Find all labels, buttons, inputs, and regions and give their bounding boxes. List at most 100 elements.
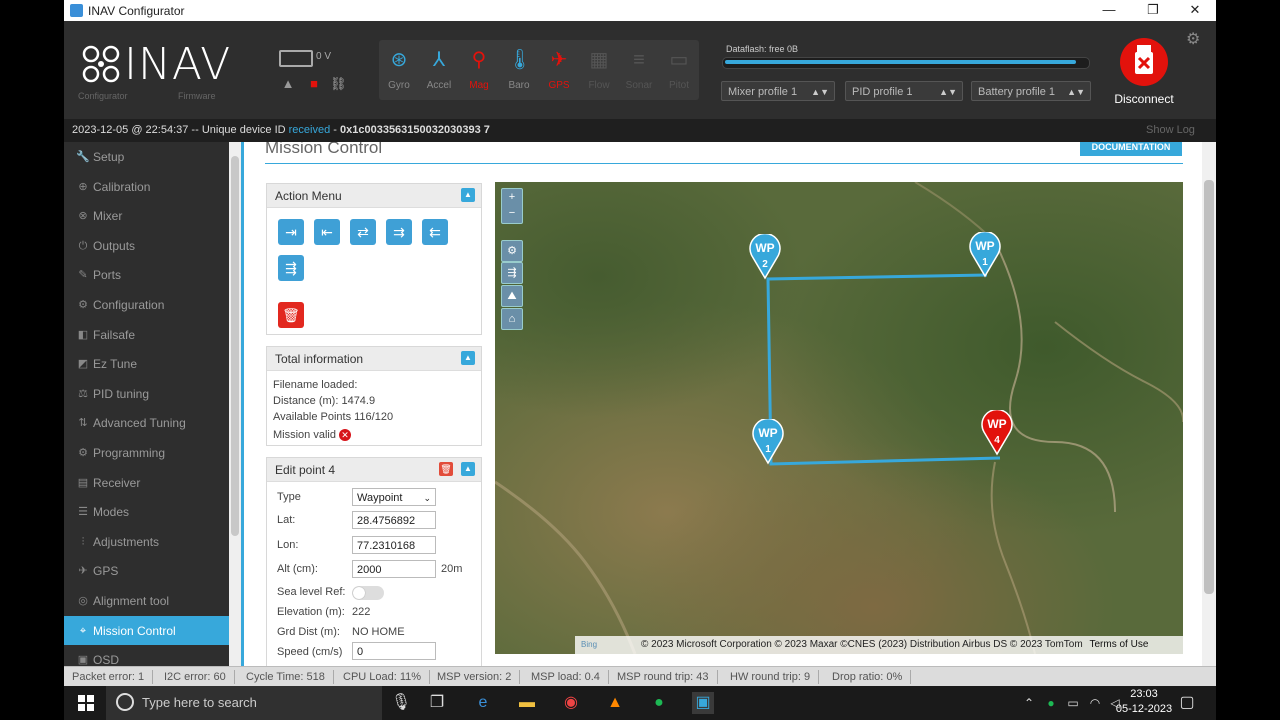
sidebar-item-receiver[interactable]: ▤ Receiver	[64, 468, 229, 498]
sidebar-item-pid-tuning[interactable]: ⚖ PID tuning	[64, 379, 229, 409]
close-button[interactable]: ✕	[1174, 0, 1216, 21]
pid-profile-select[interactable]: PID profile 1 ▲▼	[845, 81, 963, 101]
delete-point-icon[interactable]: 🗑	[439, 462, 453, 476]
save-fc-button[interactable]: ⇶	[278, 255, 304, 281]
edge-icon[interactable]: e	[472, 692, 494, 714]
taskbar-search[interactable]: Type here to search	[106, 686, 382, 720]
load-eeprom-button[interactable]: ⇄	[350, 219, 376, 245]
network-tray-icon[interactable]: ▭	[1062, 692, 1084, 714]
battery-profile-select[interactable]: Battery profile 1 ▲▼	[971, 81, 1091, 101]
load-fc-button[interactable]: ⇇	[422, 219, 448, 245]
svg-text:WP: WP	[758, 426, 777, 440]
battery-icon	[279, 50, 313, 67]
wifi-icon[interactable]: ◠	[1084, 692, 1106, 714]
spotify-icon[interactable]: ●	[648, 692, 670, 714]
total-info-panel: Total information ▲ Filename loaded: Dis…	[266, 346, 482, 446]
vlc-icon[interactable]: ▲	[604, 692, 626, 714]
zoom-in-button[interactable]: +	[502, 189, 522, 205]
map-settings-button[interactable]: ⚙	[501, 240, 523, 262]
clock-date[interactable]: 05-12-2023	[1114, 703, 1174, 715]
sidebar-item-ez-tune[interactable]: ◩ Ez Tune	[64, 349, 229, 379]
svg-text:1: 1	[765, 444, 771, 455]
sidebar-item-mixer[interactable]: ⊗ Mixer	[64, 201, 229, 231]
zoom-out-button[interactable]: −	[502, 205, 522, 221]
content-scroll-thumb[interactable]	[1204, 180, 1214, 594]
waypoint-marker-1-bottom[interactable]: WP 1	[752, 419, 784, 465]
lat-label: Lat:	[277, 514, 296, 526]
map-elevation-button[interactable]: ⛰	[501, 285, 523, 307]
sidebar-item-setup[interactable]: 🔧 Setup	[64, 142, 229, 172]
lat-input[interactable]: 28.4756892	[352, 511, 436, 529]
collapse-icon[interactable]: ▲	[461, 351, 475, 365]
clock-time[interactable]: 23:03	[1114, 688, 1174, 700]
settings-gear-icon[interactable]: ⚙	[1186, 29, 1200, 49]
sea-level-toggle[interactable]	[352, 586, 384, 600]
disconnect-button[interactable]	[1120, 38, 1168, 86]
waypoint-marker-2[interactable]: WP 2	[749, 234, 781, 280]
chrome-icon[interactable]: ◉	[560, 692, 582, 714]
map-multimission-button[interactable]: ⇶	[501, 262, 523, 284]
sidebar-item-configuration[interactable]: ⚙ Configuration	[64, 290, 229, 320]
alt-label: Alt (cm):	[277, 563, 318, 575]
minimize-button[interactable]: —	[1088, 0, 1130, 21]
microphone-icon[interactable]: 🎙	[390, 692, 412, 714]
elevation-label: Elevation (m):	[277, 606, 345, 618]
terms-of-use-link[interactable]: Terms of Use	[1089, 639, 1148, 650]
sonar-icon: ≡	[633, 49, 645, 71]
sidebar-item-failsafe[interactable]: ◧ Failsafe	[64, 320, 229, 350]
chevron-down-icon: ⌄	[423, 493, 431, 503]
collapse-icon[interactable]: ▲	[461, 462, 475, 476]
mission-path	[766, 273, 1001, 466]
alt-input[interactable]: 2000	[352, 560, 436, 578]
sidebar-item-modes[interactable]: ☰ Modes	[64, 497, 229, 527]
sidebar-scroll-thumb[interactable]	[231, 156, 239, 536]
save-eeprom-button[interactable]: ⇉	[386, 219, 412, 245]
load-file-button[interactable]: ⇥	[278, 219, 304, 245]
gear-icon: ⚙	[78, 299, 88, 311]
sidebar-item-gps[interactable]: ✈ GPS	[64, 556, 229, 586]
collapse-icon[interactable]: ▲	[461, 188, 475, 202]
spotify-tray-icon[interactable]: ●	[1040, 692, 1062, 714]
notifications-icon[interactable]: ▢	[1176, 692, 1198, 714]
save-file-button[interactable]: ⇤	[314, 219, 340, 245]
disconnect-label[interactable]: Disconnect	[1104, 92, 1184, 106]
windows-taskbar: Type here to search 🎙 ❐ e ▬ ◉ ▲ ● ▣ ⌃ ● …	[64, 686, 1216, 720]
maximize-button[interactable]: ❐	[1132, 0, 1174, 21]
mixer-profile-select[interactable]: Mixer profile 1 ▲▼	[721, 81, 835, 101]
status-message: 2023-12-05 @ 22:54:37 -- Unique device I…	[72, 124, 490, 136]
type-label: Type	[277, 491, 301, 503]
sidebar-item-adjustments[interactable]: ⫶ Adjustments	[64, 527, 229, 557]
lon-input[interactable]: 77.2310168	[352, 536, 436, 554]
cycle-time: Cycle Time: 518	[246, 670, 334, 684]
windows-start-icon[interactable]	[78, 695, 94, 711]
chevron-up-icon[interactable]: ⌃	[1018, 692, 1040, 714]
file-explorer-icon[interactable]: ▬	[516, 692, 538, 714]
mission-map[interactable]: WP 2 WP 1 WP 1 WP 4 + − ⚙ ⇶ ⛰ ⌂ Bing © 2…	[495, 182, 1183, 654]
inav-taskbar-icon[interactable]: ▣	[692, 692, 714, 714]
map-home-button[interactable]: ⌂	[501, 308, 523, 330]
svg-text:1: 1	[982, 257, 988, 268]
task-view-icon[interactable]: ❐	[426, 692, 448, 714]
waypoint-type-select[interactable]: Waypoint ⌄	[352, 488, 436, 506]
page-title: Mission Control	[265, 142, 383, 157]
sidebar-item-mission-control[interactable]: ⌖ Mission Control	[64, 615, 229, 646]
waypoint-marker-1-top[interactable]: WP 1	[969, 232, 1001, 278]
app-window: INAV Configurator — ❐ ✕ INAV Configurato…	[64, 0, 1216, 686]
mission-distance: Distance (m): 1474.9	[273, 395, 376, 407]
sidebar-item-programming[interactable]: ⚙ Programming	[64, 438, 229, 468]
link-icon: ⛓	[330, 76, 347, 91]
sidebar-item-outputs[interactable]: ⏻ Outputs	[64, 231, 229, 261]
show-log-link[interactable]: Show Log	[1146, 124, 1195, 136]
documentation-button[interactable]: DOCUMENTATION	[1080, 142, 1182, 156]
delete-all-button[interactable]: 🗑	[278, 302, 304, 328]
sidebar-item-calibration[interactable]: ⊕ Calibration	[64, 172, 229, 202]
speed-input[interactable]: 0	[352, 642, 436, 660]
waypoint-marker-4-selected[interactable]: WP 4	[981, 410, 1013, 456]
sidebar-item-advanced-tuning[interactable]: ⇅ Advanced Tuning	[64, 408, 229, 438]
sidebar-item-ports[interactable]: ✎ Ports	[64, 260, 229, 290]
dataflash-label: Dataflash: free 0B	[726, 44, 799, 54]
usb-icon	[1135, 45, 1153, 74]
total-info-header: Total information ▲	[267, 347, 481, 371]
sidebar-item-alignment-tool[interactable]: ◎ Alignment tool	[64, 586, 229, 616]
sidebar-item-osd[interactable]: ▣ OSD	[64, 645, 229, 666]
